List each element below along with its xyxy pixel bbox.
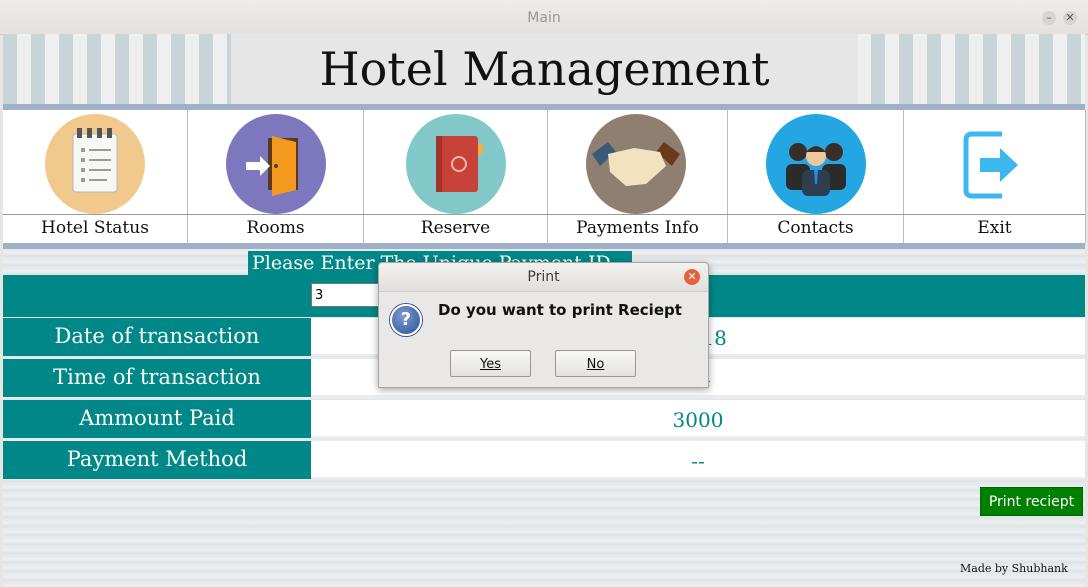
question-icon: ?	[390, 304, 422, 336]
people-icon	[766, 114, 866, 214]
divider	[3, 243, 1085, 249]
row-label-method: Payment Method	[3, 441, 311, 479]
nav-label: Rooms	[246, 218, 305, 238]
nav-bar: Hotel Status Rooms Reserve Payments Info…	[3, 110, 1086, 243]
exit-icon	[942, 114, 1042, 214]
nav-hotel-status[interactable]: Hotel Status	[3, 110, 188, 243]
divider	[3, 214, 1085, 215]
row-label-time: Time of transaction	[3, 359, 311, 397]
yes-label: Yes	[480, 357, 501, 372]
print-dialog: Print ✕ ? Do you want to print Reciept Y…	[378, 262, 709, 388]
book-icon	[406, 114, 506, 214]
nav-reserve[interactable]: Reserve	[364, 110, 548, 243]
minimize-icon[interactable]: –	[1042, 11, 1056, 25]
dialog-titlebar[interactable]: Print ✕	[379, 263, 708, 292]
nav-label: Exit	[977, 218, 1012, 238]
no-button[interactable]: No	[555, 350, 636, 377]
dialog-title: Print	[527, 269, 560, 285]
no-label: No	[586, 357, 605, 372]
dialog-message: Do you want to print Reciept	[438, 301, 682, 319]
banner: Hotel Management System	[3, 34, 1085, 166]
notepad-icon	[45, 114, 145, 214]
nav-label: Hotel Status	[41, 218, 149, 238]
nav-label: Reserve	[420, 218, 491, 238]
row-value-amount: 3000	[311, 400, 1085, 438]
window-titlebar[interactable]: Main – ✕	[0, 0, 1088, 35]
nav-payments-info[interactable]: Payments Info	[548, 110, 728, 243]
app-title: Hotel Management System	[231, 34, 858, 166]
print-receipt-button[interactable]: Print reciept	[980, 487, 1083, 516]
payment-id-input[interactable]: 3	[311, 283, 381, 307]
door-enter-icon	[226, 114, 326, 214]
nav-contacts[interactable]: Contacts	[728, 110, 904, 243]
nav-exit[interactable]: Exit	[904, 110, 1086, 243]
main-window: Main – ✕ Hotel Management System	[0, 0, 1088, 587]
row-label-amount: Ammount Paid	[3, 400, 311, 438]
yes-button[interactable]: Yes	[450, 350, 531, 377]
credit-text: Made by Shubhank	[960, 562, 1068, 575]
row-value-method: --	[311, 441, 1085, 479]
window-title: Main	[527, 10, 561, 26]
nav-label: Contacts	[777, 218, 854, 238]
nav-label: Payments Info	[576, 218, 699, 238]
close-icon[interactable]: ✕	[684, 269, 700, 285]
nav-rooms[interactable]: Rooms	[188, 110, 364, 243]
close-icon[interactable]: ✕	[1063, 11, 1077, 25]
row-label-date: Date of transaction	[3, 318, 311, 356]
handshake-icon	[586, 114, 686, 214]
